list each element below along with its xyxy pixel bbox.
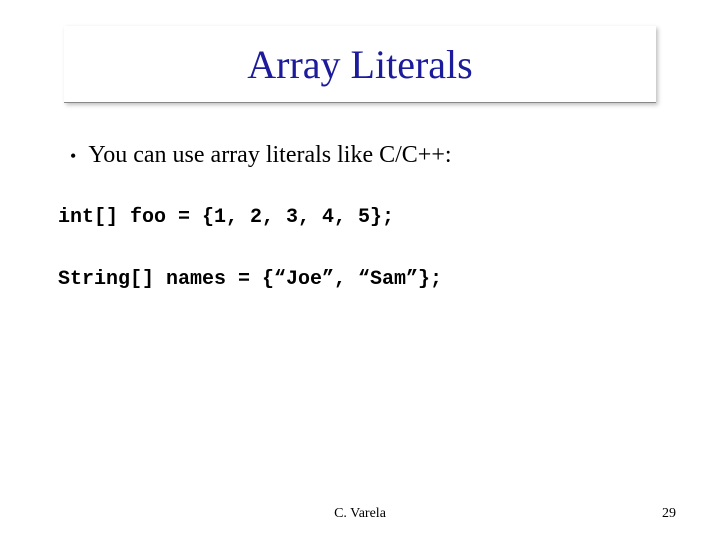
footer-page-number: 29: [662, 506, 676, 522]
bullet-item: • You can use array literals like C/C++:: [70, 142, 452, 169]
code-line-2: String[] names = {“Joe”, “Sam”};: [58, 268, 442, 291]
bullet-dot-icon: •: [70, 146, 76, 167]
title-box: Array Literals: [64, 26, 656, 103]
footer-author: C. Varela: [0, 506, 720, 522]
code-line-1: int[] foo = {1, 2, 3, 4, 5};: [58, 206, 394, 229]
slide: Array Literals • You can use array litera…: [0, 0, 720, 540]
slide-title: Array Literals: [247, 41, 472, 88]
bullet-text: You can use array literals like C/C++:: [88, 142, 451, 168]
